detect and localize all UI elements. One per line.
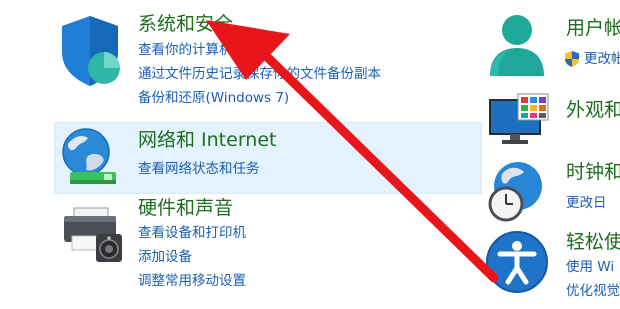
uac-shield-icon [565, 51, 579, 67]
category-title-user-accounts[interactable]: 用户帐 [566, 16, 620, 40]
shield-icon [62, 16, 120, 86]
link-change-account-type[interactable]: 更改帐 [584, 50, 620, 68]
link-optimize-display[interactable]: 优化视觉 [566, 282, 620, 300]
link-backup-restore[interactable]: 备份和还原(Windows 7) [138, 89, 289, 107]
category-title-clock-region[interactable]: 时钟和 [566, 160, 620, 184]
link-add-device[interactable]: 添加设备 [138, 248, 192, 266]
link-file-history-backup[interactable]: 通过文件历史记录保存你的文件备份副本 [138, 65, 381, 83]
link-mobility-settings[interactable]: 调整常用移动设置 [138, 272, 246, 290]
user-accounts-icon [490, 15, 544, 76]
category-title-hardware-sound[interactable]: 硬件和声音 [138, 196, 233, 220]
accessibility-icon [486, 231, 548, 293]
category-title-appearance[interactable]: 外观和 [566, 98, 620, 122]
network-globe-icon [62, 128, 116, 184]
link-use-windows-suggestions[interactable]: 使用 Wi [566, 258, 614, 276]
clock-globe-icon [488, 162, 542, 222]
link-view-computer-status[interactable]: 查看你的计算机状态 [138, 41, 260, 59]
appearance-monitor-icon [489, 93, 549, 144]
link-devices-printers[interactable]: 查看设备和打印机 [138, 224, 246, 242]
link-change-date-time[interactable]: 更改日 [566, 194, 607, 212]
link-view-network-status[interactable]: 查看网络状态和任务 [138, 160, 260, 178]
printer-icon [64, 207, 122, 262]
category-title-system-security[interactable]: 系统和安全 [138, 12, 233, 36]
category-title-ease-of-access[interactable]: 轻松使 [566, 230, 620, 254]
category-title-network-internet[interactable]: 网络和 Internet [138, 128, 276, 152]
